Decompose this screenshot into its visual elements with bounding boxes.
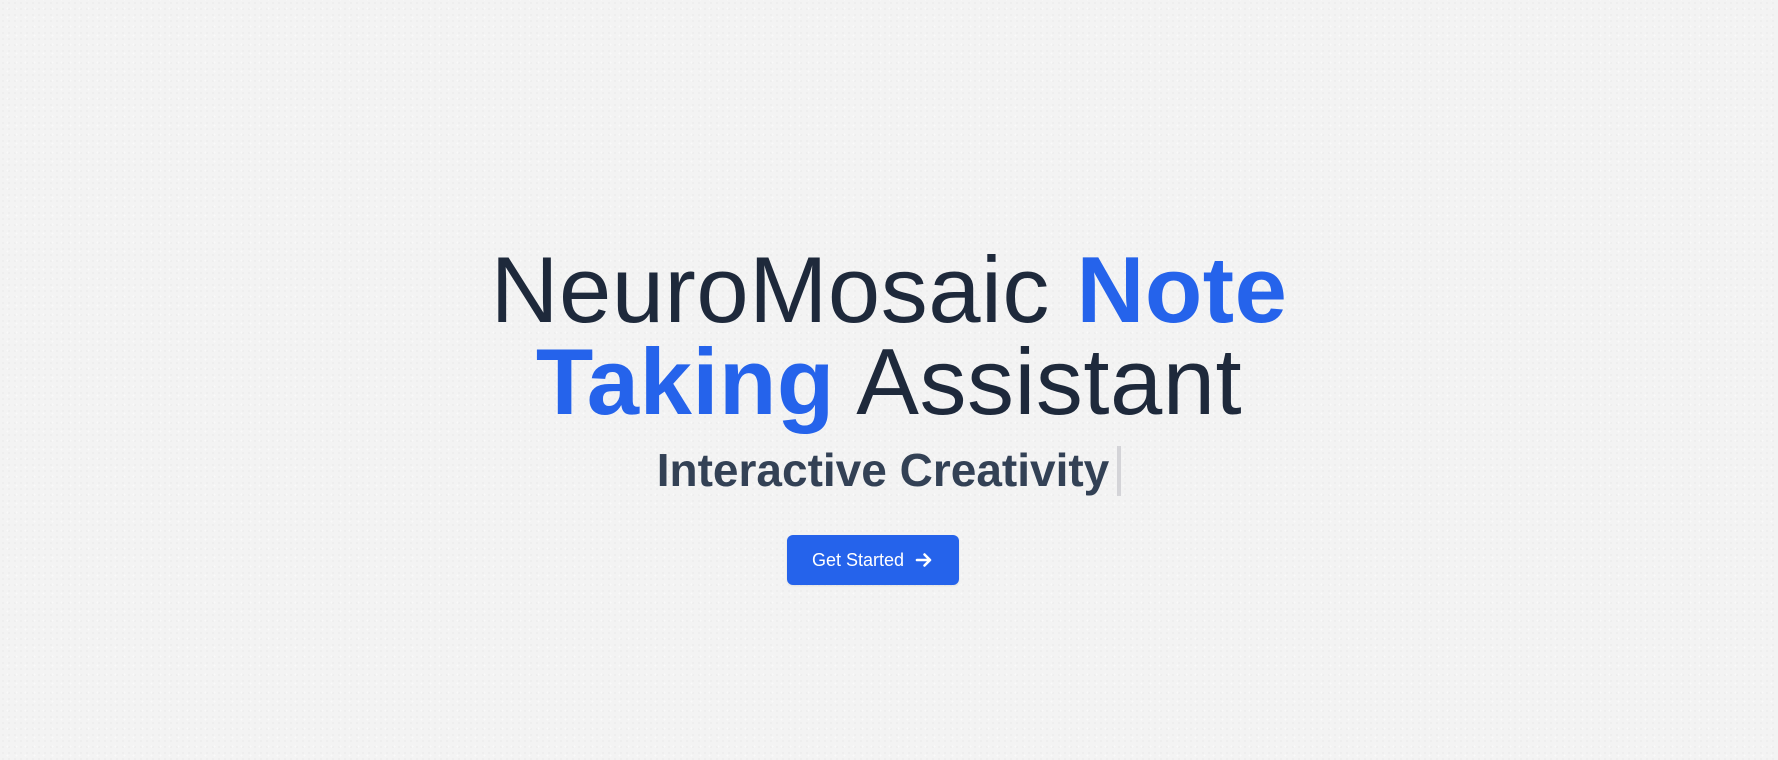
hero-subtitle: Interactive Creativity: [0, 444, 1778, 496]
hero-title-accent-note: Note: [1076, 237, 1288, 342]
arrow-right-icon: [914, 550, 934, 570]
typing-text: Interactive Creativity: [656, 444, 1110, 496]
hero-title-brand: NeuroMosaic: [490, 237, 1077, 342]
hero-title-line-2: Taking Assistant: [0, 335, 1778, 429]
hero-section: NeuroMosaic Note Taking Assistant Intera…: [0, 0, 1778, 760]
typing-cursor: [1117, 446, 1122, 496]
hero-title-assistant: Assistant: [834, 329, 1243, 434]
get-started-button[interactable]: Get Started: [787, 535, 959, 585]
hero-title-line-1: NeuroMosaic Note: [0, 243, 1778, 337]
hero-title-accent-taking: Taking: [535, 329, 835, 434]
get-started-label: Get Started: [811, 549, 905, 570]
